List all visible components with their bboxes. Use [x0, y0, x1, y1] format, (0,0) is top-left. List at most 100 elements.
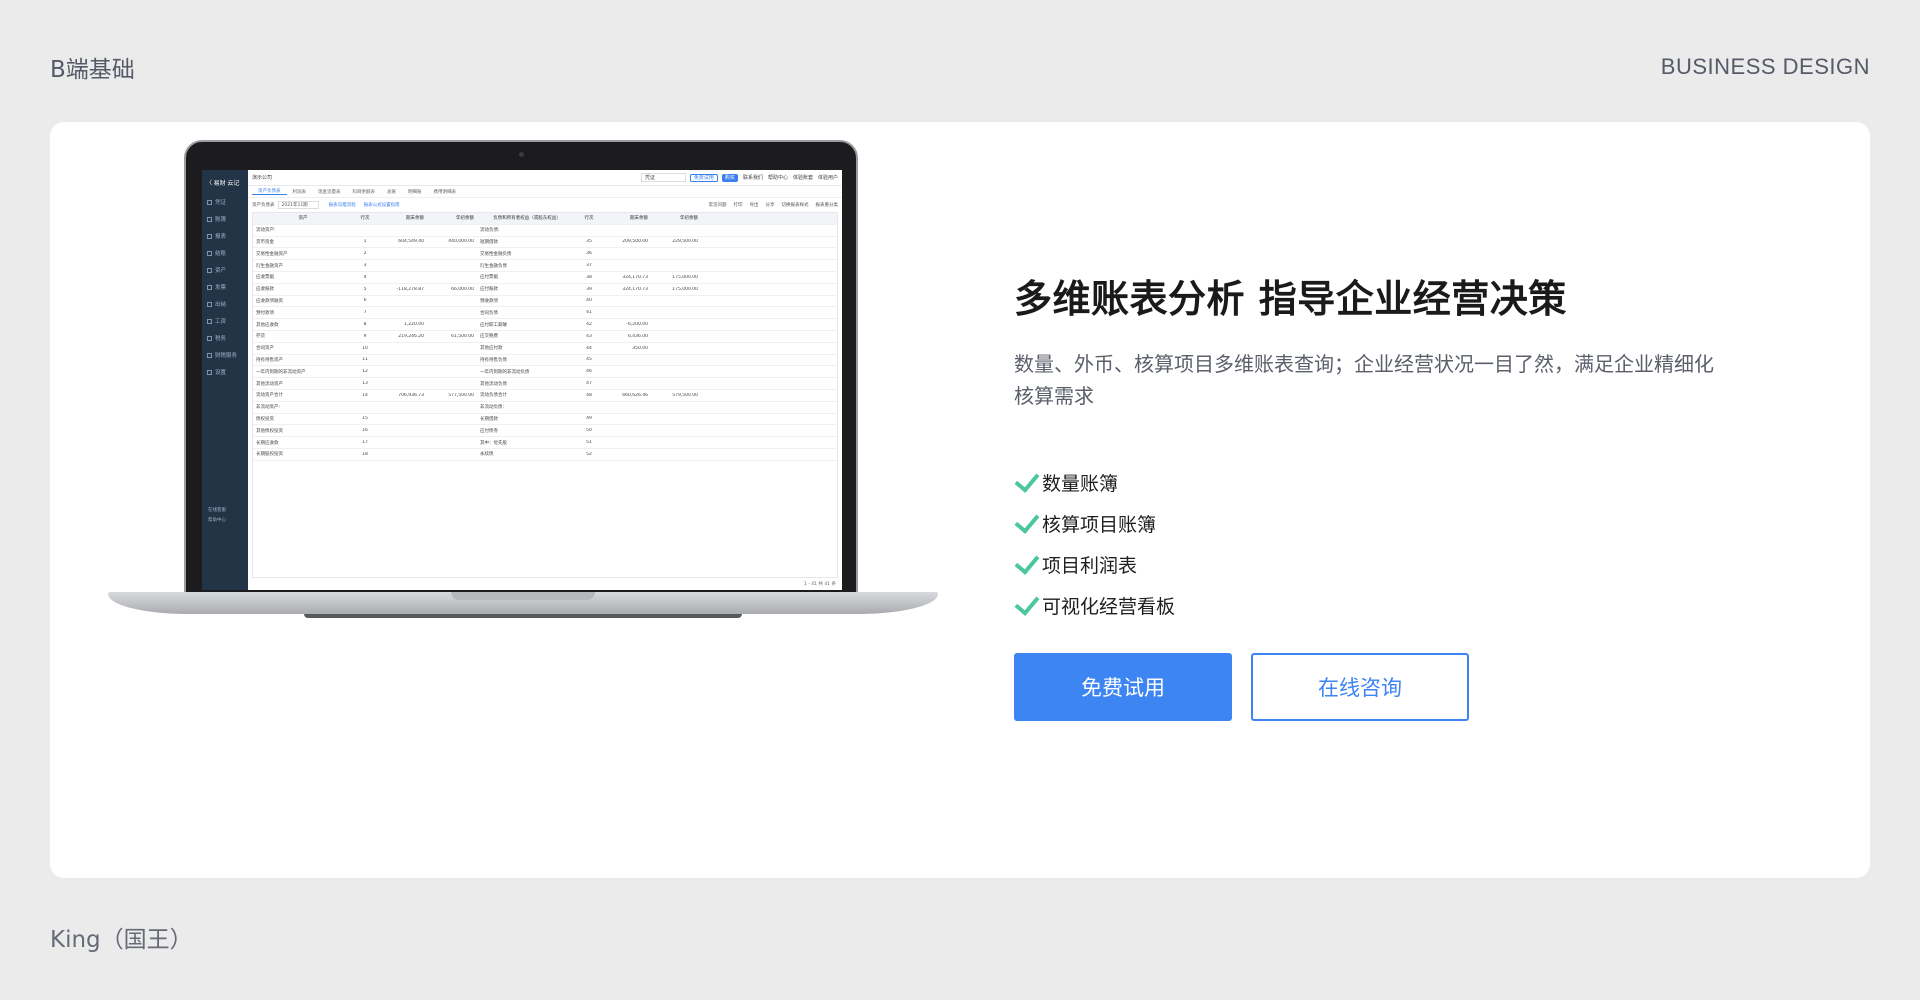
screen-nav-item: 结账 — [202, 244, 248, 261]
screen-table-row: 应收账款 5 -118,278.87 66,000.00 应付账款 39 324,170.7… — [253, 284, 837, 296]
screen-table-cell: 9 — [363, 333, 367, 339]
screen-table-cell: 衍生金融负债 — [480, 263, 507, 269]
screen-table-cell: 8 — [363, 322, 367, 328]
feature-label: 项目利润表 — [1042, 555, 1138, 577]
screen-tool-action: 常见问题 — [708, 203, 727, 208]
screen-toolbar: 资产负债表 2021年11期 报表勾稽流程 报表公式设置指南 常见问题 打印 导出 分享… — [248, 198, 842, 212]
screen-nav-icon — [207, 267, 212, 273]
screen-nav-icon — [207, 233, 212, 239]
screen-pager: 1 - 41 共 41 条 — [803, 582, 836, 587]
screen-nav-icon — [207, 284, 212, 290]
screen-nav-label: 设置 — [215, 369, 227, 376]
screen-table-header-cell: 年初余额 — [456, 216, 474, 222]
description: 数量、外币、核算项目多维账表查询；企业经营状况一目了然，满足企业精细化核算需求 — [1014, 352, 1714, 408]
screen-table-cell: 2 — [363, 251, 367, 257]
screen-table-row: 债权投资 15 长期借款 49 — [253, 414, 837, 426]
screen-top-link: 体验用户 — [817, 175, 838, 181]
screen-table-cell: 交易性金融负债 — [480, 251, 512, 257]
screen-table-cell: 42 — [586, 322, 592, 328]
screen-table-cell: 14 — [362, 392, 368, 398]
screen-period-label: 资产负债表 — [252, 203, 275, 208]
screen-table-row: 合同资产 10 其他应付款 44 350.00 — [253, 343, 837, 355]
screen-table-cell: 604,549.40 — [398, 239, 424, 245]
online-consult-button[interactable]: 在线咨询 — [1251, 653, 1469, 721]
screen-table-header-cell: 行次 — [360, 216, 370, 222]
screen-table-cell: 229,500.00 — [672, 239, 698, 245]
screen-table-cell: 非流动负债: — [480, 405, 505, 411]
screen-table-row: 应收票据 4 应付票据 38 324,170.73 175,000.00 — [253, 272, 837, 284]
screen-table-cell: 50 — [586, 428, 592, 434]
screen-table-cell: 1,220.00 — [403, 322, 424, 328]
screen-table-cell: 10 — [362, 345, 368, 351]
screen-nav: 凭证 账簿 报表 结账 资产 发票 出纳 工资 税务 财税服务 设置 在线客服 帮助中心 — [202, 193, 248, 525]
brand-right-label: BUSINESS DESIGN — [1660, 54, 1870, 79]
check-icon — [1014, 589, 1040, 616]
feature-item: 数量账簿 — [1014, 462, 1175, 503]
screen-table-header-cell: 年初余额 — [680, 216, 698, 222]
screen-tool-action: 打印 — [733, 203, 743, 208]
feature-item: 项目利润表 — [1014, 544, 1175, 585]
screen-table-header-cell: 资产 — [298, 216, 308, 222]
screen-table-cell: 579,500.00 — [672, 392, 698, 398]
screen-table-cell: 15 — [362, 416, 368, 422]
screen-nav-icon — [207, 369, 212, 375]
screen-table-cell: 39 — [586, 286, 592, 292]
screen-table-cell: 合同资产 — [256, 346, 274, 352]
screen-table-cell: 流动资产合计 — [256, 393, 283, 399]
brand-left-label: B端基础 — [50, 57, 135, 83]
screen-tab: 利润表 — [292, 189, 307, 195]
screen-table-cell: 衍生金融资产 — [256, 263, 283, 269]
screen-table-cell: 应收票据 — [256, 275, 274, 281]
screen-table-cell: 应付账款 — [480, 287, 498, 293]
screen-table-cell: 37 — [586, 263, 592, 269]
screen-table-cell: -6,200.00 — [626, 322, 648, 328]
screen-table-cell: 预收款项 — [480, 298, 498, 304]
screen-nav-label: 财税服务 — [215, 352, 238, 359]
screen-table-cell: 66,000.00 — [451, 286, 474, 292]
screen-table-row: 流动资产合计 14 706,936.73 577,500.00 流动负债合计 48 660,… — [253, 390, 837, 402]
screen-table-row: 其他应收款 8 1,220.00 应付职工薪酬 42 -6,200.00 — [253, 319, 837, 331]
screen-table-header-cell: 期末余额 — [630, 216, 648, 222]
screen-table-row: 存货 9 219,246.20 61,500.00 应交税费 43 6,436.00 — [253, 331, 837, 343]
screen-tool-action: 导出 — [749, 203, 759, 208]
screen-period-value: 2021年11期 — [277, 201, 319, 209]
screen-nav-icon — [207, 301, 212, 307]
screen-top-link: 联系我们 — [742, 175, 763, 181]
screen-table-cell: 流动负债合计 — [480, 393, 507, 399]
screen-table-row: 其他债权投资 16 应付债券 50 — [253, 425, 837, 438]
screen-table-cell: 440,000.00 — [448, 239, 474, 245]
screen-top-link: 帮助中心 — [767, 175, 788, 181]
screen-table-cell: 非流动资产: — [256, 405, 281, 411]
screen-table-row: 非流动资产: 非流动负债: — [253, 402, 837, 414]
screen-tab: 科目余额表 — [352, 189, 376, 195]
laptop-foot — [304, 614, 742, 618]
screen-tool-action: 报表重分类 — [815, 203, 839, 208]
screen-table-cell: 存货 — [256, 334, 265, 340]
headline: 多维账表分析 指导企业经营决策 — [1014, 277, 1567, 321]
screen-table-cell: 38 — [586, 274, 592, 280]
screen-top-links: 联系我们 帮助中心 体验账套 体验用户 — [738, 174, 838, 181]
screen-nav-label: 出纳 — [215, 301, 227, 308]
screen-nav-label: 资产 — [215, 267, 227, 274]
screen-table-cell: 其他流动资产 — [256, 381, 283, 387]
screen-nav-item: 发票 — [202, 278, 248, 295]
screen-table-cell: 应收款项融资 — [256, 298, 283, 304]
screen-table-cell: 5 — [363, 286, 367, 292]
screen-table-cell: 1 — [363, 239, 367, 245]
screen-table-cell: 17 — [362, 440, 368, 446]
screen-table-cell: 持有待售负债 — [480, 357, 507, 363]
free-trial-button[interactable]: 免费试用 — [1014, 653, 1232, 721]
screen-tab: 费用明细表 — [433, 189, 457, 195]
screen-table-cell: 48 — [586, 392, 592, 398]
feature-label: 核算项目账簿 — [1042, 514, 1157, 536]
screen-nav-item: 账簿 — [202, 210, 248, 227]
screen-search: 凭证 — [640, 173, 686, 182]
screen-table-cell: -118,278.87 — [396, 286, 424, 292]
screen-nav-item: 工资 — [202, 312, 248, 329]
feature-list: 数量账簿 核算项目账簿 项目利润表 可视化经营看板 — [1014, 462, 1175, 626]
screen-nav-icon — [207, 335, 212, 341]
screen-nav-label: 结账 — [215, 250, 227, 257]
screen-nav-bottom-item: 在线客服 — [208, 508, 226, 513]
screen-table-header: 资产 行次 期末余额 年初余额 负债和所有者权益（或股东权益） 行次 期末余额 年初余额 — [253, 213, 837, 225]
screen-logo: 〈 易财 云记 — [206, 181, 240, 187]
